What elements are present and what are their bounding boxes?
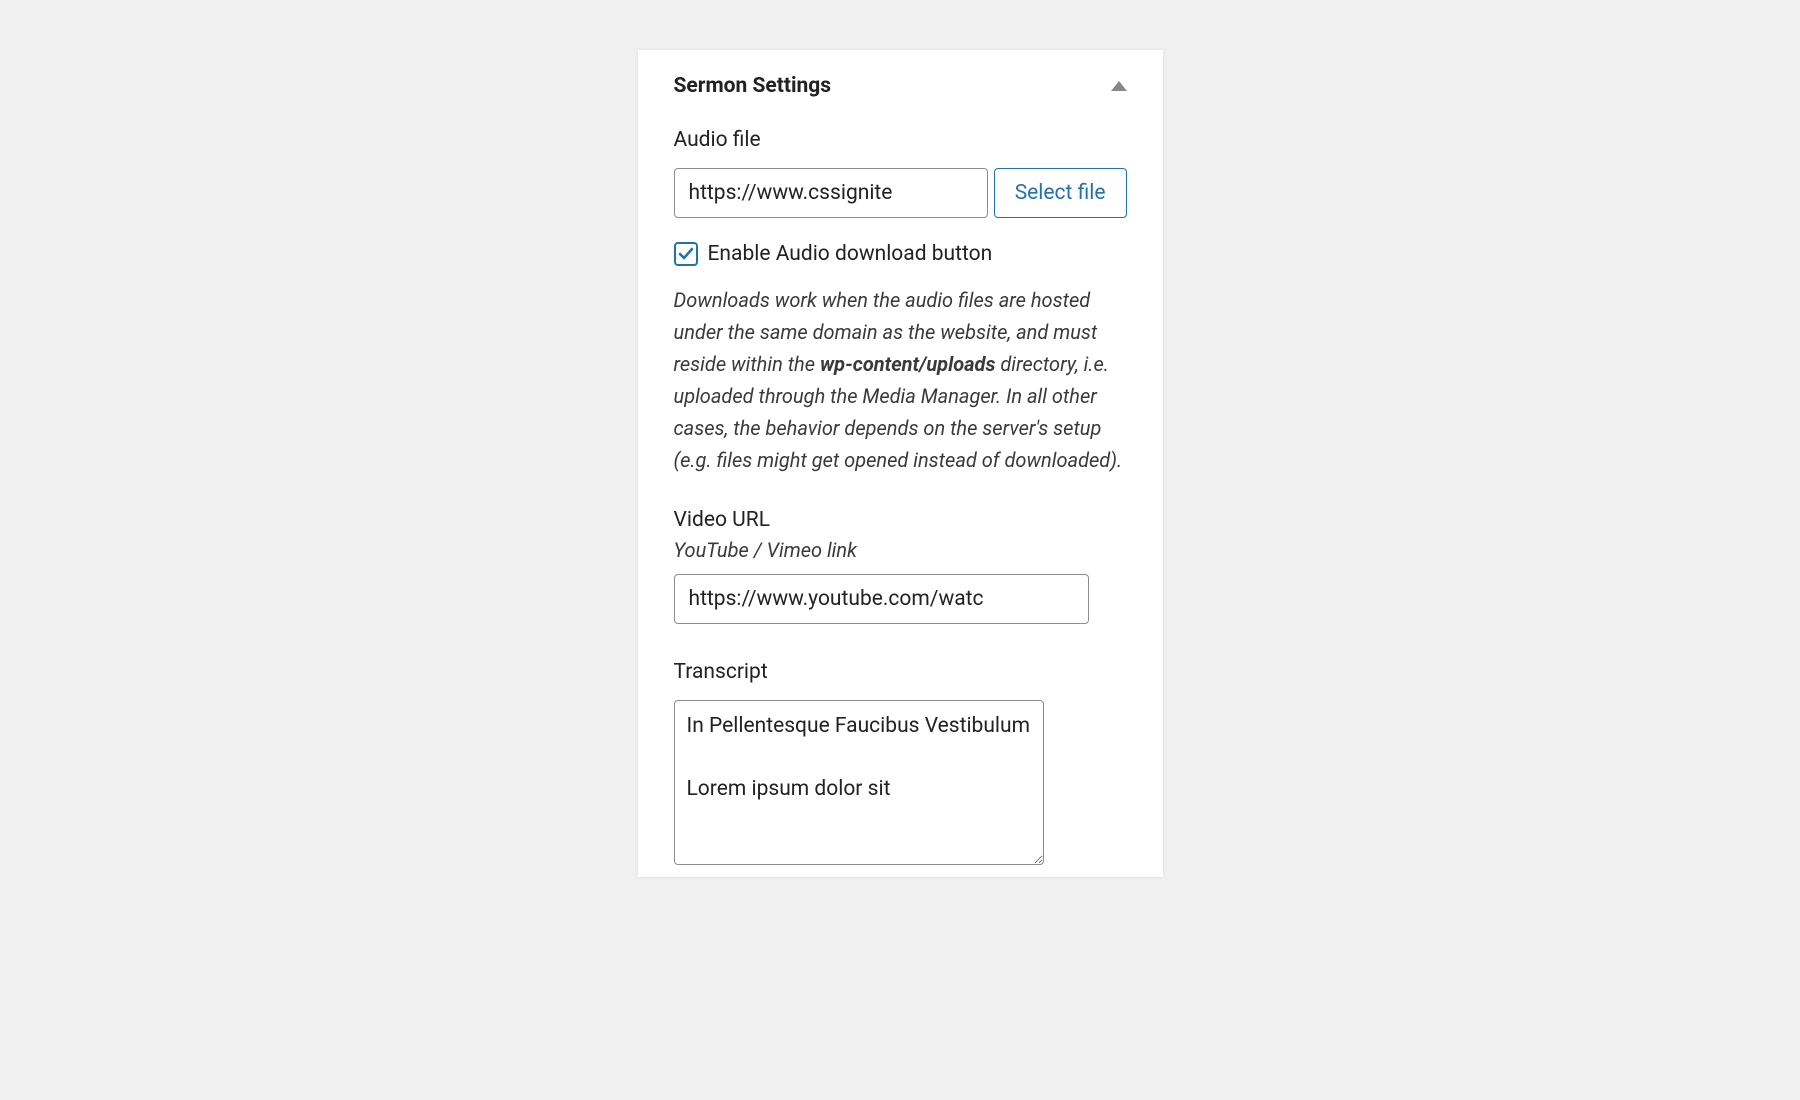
- video-sub-label: YouTube / Vimeo link: [674, 538, 1127, 562]
- audio-file-label: Audio file: [674, 128, 1127, 152]
- audio-file-section: Audio file Select file: [674, 128, 1127, 218]
- panel-header[interactable]: Sermon Settings: [674, 74, 1127, 98]
- download-checkbox-row: Enable Audio download button: [674, 242, 1127, 266]
- panel-title: Sermon Settings: [674, 74, 832, 98]
- collapse-up-icon[interactable]: [1111, 81, 1127, 91]
- video-url-section: Video URL YouTube / Vimeo link: [674, 508, 1127, 652]
- transcript-label: Transcript: [674, 660, 1127, 684]
- sermon-settings-panel: Sermon Settings Audio file Select file E…: [638, 50, 1163, 877]
- download-help-text: Downloads work when the audio files are …: [674, 284, 1127, 476]
- help-text-bold: wp-content/uploads: [820, 352, 996, 376]
- audio-input-row: Select file: [674, 168, 1127, 218]
- checkmark-icon: [678, 246, 694, 262]
- enable-download-checkbox[interactable]: [674, 242, 698, 266]
- download-checkbox-label: Enable Audio download button: [708, 242, 993, 266]
- transcript-textarea[interactable]: [674, 700, 1044, 865]
- audio-file-input[interactable]: [674, 168, 988, 218]
- video-url-label: Video URL: [674, 508, 1127, 532]
- transcript-section: Transcript: [674, 660, 1127, 869]
- video-url-input[interactable]: [674, 574, 1089, 624]
- select-file-button[interactable]: Select file: [994, 168, 1127, 218]
